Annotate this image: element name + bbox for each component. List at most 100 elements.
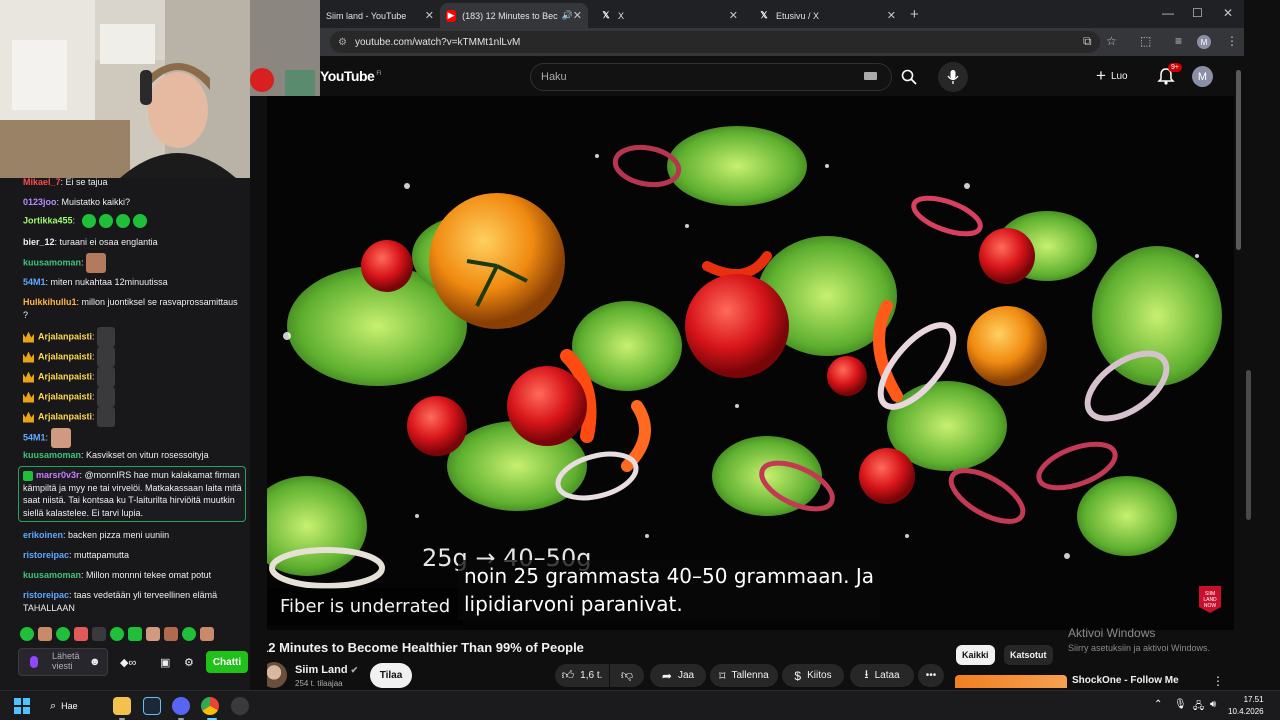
tray-overflow-chevron-icon[interactable]: ⌃ bbox=[1154, 699, 1162, 710]
recommendation-title[interactable]: ShockOne - Follow Me bbox=[1072, 675, 1179, 686]
emote-icon[interactable] bbox=[146, 627, 160, 641]
emoji-icon[interactable]: ☻ bbox=[89, 656, 101, 668]
chat-message: 54M1: bbox=[23, 428, 245, 448]
more-actions-button[interactable]: ••• bbox=[918, 664, 944, 687]
extensions-icon[interactable]: ⬚ bbox=[1140, 34, 1151, 48]
tab-youtube-video[interactable]: ▶ (183) 12 Minutes to Become 🔊 ✕ bbox=[440, 3, 588, 28]
filter-chip-all[interactable]: Kaikki bbox=[956, 645, 995, 665]
chat-send-button[interactable]: Chatti bbox=[206, 651, 248, 673]
emote-icon[interactable] bbox=[164, 627, 178, 641]
close-icon[interactable]: ✕ bbox=[573, 9, 582, 22]
chat-username[interactable]: Arjalanpaisti bbox=[38, 411, 92, 421]
network-icon[interactable]: 🖧 bbox=[1193, 699, 1204, 716]
settings-gear-icon[interactable]: ⚙ bbox=[184, 656, 194, 669]
chat-username[interactable]: ristoreipac bbox=[23, 550, 69, 560]
recommendation-menu-icon[interactable]: ⋮ bbox=[1212, 674, 1224, 688]
steam-icon[interactable] bbox=[143, 697, 161, 715]
chat-username[interactable]: kuusamoman bbox=[23, 450, 81, 460]
thanks-button[interactable]: $ Kiitos bbox=[782, 664, 844, 687]
close-icon[interactable]: ✕ bbox=[425, 9, 434, 22]
video-player[interactable]: 25g → 40–50g Fiber is underrated noin 25… bbox=[267, 96, 1234, 630]
chat-username[interactable]: 0123joo bbox=[23, 197, 57, 207]
subscribe-button[interactable]: Tilaa bbox=[370, 663, 412, 688]
emote-icon[interactable] bbox=[92, 627, 106, 641]
youtube-logo[interactable]: YouTube FI bbox=[320, 68, 381, 84]
emote-icon[interactable] bbox=[182, 627, 196, 641]
browser-menu-icon[interactable]: ⋮ bbox=[1226, 34, 1238, 48]
chat-username[interactable]: Jortikka455 bbox=[23, 215, 73, 225]
chat-username[interactable]: Arjalanpaisti bbox=[38, 351, 92, 361]
tab-siim-land[interactable]: Siim land - YouTube ✕ bbox=[320, 3, 440, 28]
speaker-icon[interactable]: 🔊 bbox=[562, 10, 573, 21]
chat-username[interactable]: marsr0v3r bbox=[36, 470, 80, 480]
chat-text: : bbox=[45, 432, 49, 443]
chat-username[interactable]: Arjalanpaisti bbox=[38, 371, 92, 381]
install-app-icon[interactable]: ⧉ bbox=[1083, 34, 1092, 49]
chat-username[interactable]: Mikael_7 bbox=[23, 177, 61, 187]
channel-name[interactable]: Siim Land ✔ bbox=[295, 664, 358, 676]
taskbar-clock[interactable]: 17.51 10.4.2026 bbox=[1228, 694, 1264, 718]
search-input[interactable]: Haku bbox=[530, 63, 892, 91]
file-explorer-icon[interactable] bbox=[113, 697, 131, 715]
emote-icon[interactable] bbox=[20, 627, 34, 641]
obs-icon[interactable] bbox=[231, 697, 249, 715]
like-button[interactable]: 👍︎ 1,6 t. bbox=[555, 664, 609, 687]
url-text: youtube.com/watch?v=kTMMt1nlLvM bbox=[354, 36, 521, 48]
minimize-button[interactable]: — bbox=[1162, 6, 1174, 20]
filter-chip-watched[interactable]: Katsotut bbox=[1004, 645, 1053, 665]
activation-subtitle: Siirry asetuksiin ja aktivoi Windows. bbox=[1068, 643, 1211, 653]
secondary-scrollbar-thumb[interactable] bbox=[1246, 370, 1251, 520]
crown-badge-icon bbox=[23, 411, 34, 423]
tab-x-home[interactable]: 𝕏 Etusivu / X ✕ bbox=[752, 3, 902, 28]
microphone-icon[interactable]: 🎙︎ bbox=[1174, 699, 1187, 710]
voice-search-button[interactable] bbox=[938, 62, 968, 92]
emote-icon[interactable] bbox=[74, 627, 88, 641]
chat-username[interactable]: kuusamoman bbox=[23, 257, 81, 267]
create-button[interactable]: + Luo bbox=[1096, 65, 1128, 87]
chrome-icon[interactable] bbox=[201, 697, 219, 715]
chat-username[interactable]: erikoinen bbox=[23, 530, 63, 540]
share-button[interactable]: ➦ Jaa bbox=[650, 664, 706, 687]
new-tab-button[interactable]: + bbox=[910, 6, 919, 23]
volume-icon[interactable]: 🔊︎ bbox=[1210, 699, 1216, 710]
notifications-badge: 9+ bbox=[1168, 63, 1182, 72]
chat-username[interactable]: 54M1 bbox=[23, 432, 46, 442]
chat-username[interactable]: Arjalanpaisti bbox=[38, 331, 92, 341]
close-window-button[interactable]: ✕ bbox=[1223, 6, 1233, 20]
chat-username[interactable]: Hulkkihullu1 bbox=[23, 297, 77, 307]
tab-x[interactable]: 𝕏 X ✕ bbox=[594, 3, 744, 28]
taskbar-search[interactable]: ⌕ Hae bbox=[50, 697, 78, 715]
chat-username[interactable]: bier_12 bbox=[23, 237, 55, 247]
emote-icon[interactable] bbox=[56, 627, 70, 641]
chat-username[interactable]: Arjalanpaisti bbox=[38, 391, 92, 401]
page-scrollbar-thumb[interactable] bbox=[1236, 70, 1241, 250]
browser-profile-avatar[interactable]: M bbox=[1197, 35, 1211, 49]
bookmark-star-icon[interactable]: ☆ bbox=[1106, 34, 1117, 48]
emote-icon[interactable] bbox=[38, 627, 52, 641]
chat-username[interactable]: 54M1 bbox=[23, 277, 46, 287]
save-button[interactable]: ⌑ Tallenna bbox=[710, 664, 778, 687]
windows-start-icon[interactable] bbox=[14, 698, 30, 714]
maximize-button[interactable]: ☐ bbox=[1192, 6, 1203, 20]
bits-icon[interactable]: ◆∞ bbox=[120, 656, 136, 669]
emote-icon[interactable] bbox=[128, 627, 142, 641]
emote-icon[interactable] bbox=[200, 627, 214, 641]
keyboard-icon[interactable] bbox=[864, 72, 877, 80]
discord-icon[interactable] bbox=[172, 697, 190, 715]
chat-username[interactable]: ristoreipac bbox=[23, 590, 69, 600]
search-button[interactable] bbox=[894, 62, 924, 92]
media-control-icon[interactable]: ≡ bbox=[1175, 34, 1182, 48]
gift-icon[interactable]: ▣ bbox=[160, 656, 170, 669]
avatar[interactable]: M bbox=[1192, 66, 1213, 87]
close-icon[interactable]: ✕ bbox=[887, 9, 896, 22]
chat-mic-icon[interactable] bbox=[30, 656, 38, 668]
close-icon[interactable]: ✕ bbox=[729, 9, 738, 22]
dislike-button[interactable]: 👎︎ bbox=[610, 664, 644, 687]
chat-text: : backen pizza meni uuniin bbox=[63, 530, 170, 540]
site-settings-icon[interactable]: ⚙ bbox=[338, 37, 347, 48]
url-input[interactable]: ⚙ youtube.com/watch?v=kTMMt1nlLvM bbox=[330, 31, 1100, 53]
recommendation-thumbnail[interactable] bbox=[955, 675, 1067, 688]
emote-icon[interactable] bbox=[110, 627, 124, 641]
download-button[interactable]: ⭳ Lataa bbox=[850, 664, 914, 687]
chat-username[interactable]: kuusamoman bbox=[23, 570, 81, 580]
